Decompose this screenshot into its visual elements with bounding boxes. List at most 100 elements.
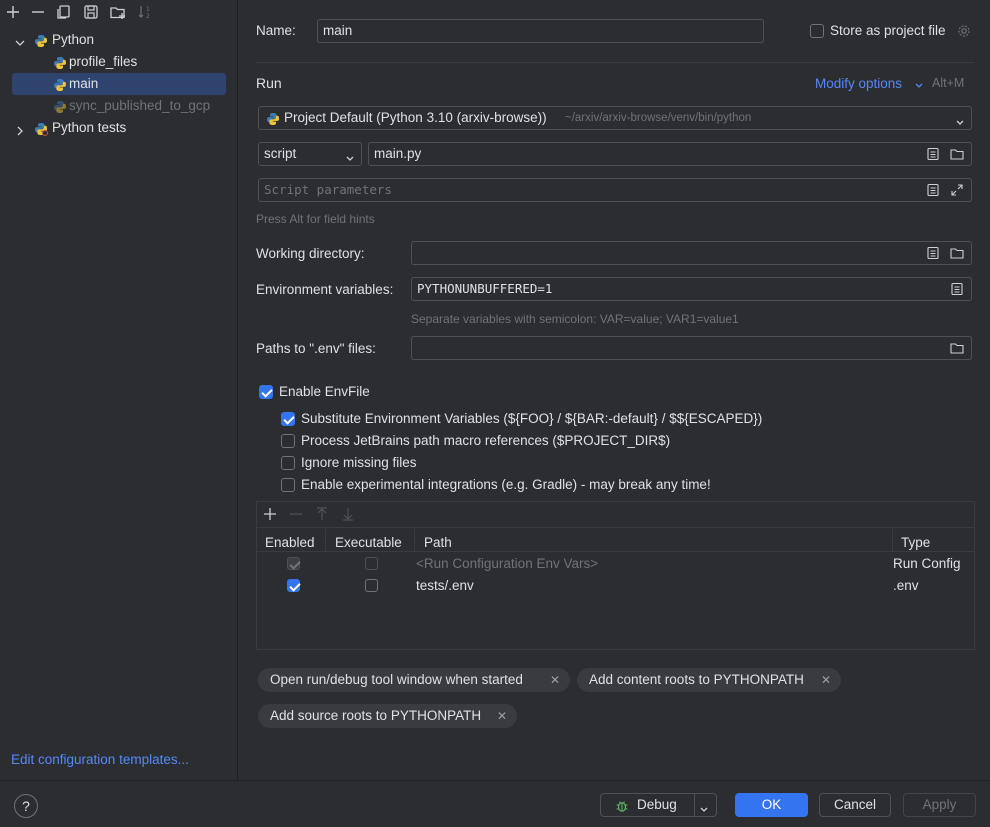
apply-button[interactable]: Apply [903, 793, 976, 817]
tree-item-label: profile_files [69, 54, 138, 69]
environment-variables-label: Environment variables: [256, 282, 394, 297]
row-executable-checkbox[interactable] [365, 557, 378, 570]
chip-add-source-roots[interactable]: Add source roots to PYTHONPATH ✕ [258, 704, 517, 728]
row-type: Run Config [893, 556, 961, 571]
tree-group-python-tests[interactable]: Python tests [12, 117, 226, 139]
expand-text-icon[interactable] [926, 246, 940, 260]
separator [257, 551, 974, 552]
script-parameters-input[interactable]: Script parameters [258, 178, 972, 202]
python-icon [53, 99, 67, 113]
target-type-select[interactable]: script [258, 142, 362, 166]
maximize-icon[interactable] [950, 183, 964, 197]
row-enabled-checkbox[interactable] [287, 557, 300, 570]
tree-group-label: Python [52, 32, 95, 47]
add-icon[interactable] [263, 507, 277, 521]
chevron-down-icon[interactable] [699, 800, 709, 812]
python-icon [266, 111, 280, 125]
config-form: Name: main Store as project file Run Mod… [239, 0, 990, 780]
folder-icon[interactable] [950, 246, 964, 260]
chevron-right-icon[interactable] [14, 122, 26, 136]
python-icon [53, 77, 67, 91]
modify-options-shortcut: Alt+M [932, 76, 965, 90]
ignore-missing-checkbox[interactable] [281, 456, 295, 470]
copy-icon[interactable] [55, 3, 73, 21]
remove-icon[interactable] [29, 3, 47, 21]
gear-icon[interactable] [957, 24, 971, 38]
bug-icon [615, 798, 629, 812]
environment-variables-value: PYTHONUNBUFFERED=1 [417, 281, 553, 296]
store-project-file-checkbox[interactable] [810, 24, 824, 38]
expand-text-icon[interactable] [926, 183, 940, 197]
column-separator [414, 529, 415, 551]
remove-icon[interactable] [289, 507, 303, 521]
enable-envfile-checkbox[interactable] [259, 385, 273, 399]
substitute-env-vars-label: Substitute Environment Variables (${FOO}… [301, 411, 763, 426]
field-hint: Press Alt for field hints [256, 212, 375, 226]
folder-icon[interactable] [950, 147, 964, 161]
dialog-button-bar: ? Debug OK Cancel Apply [0, 780, 990, 827]
chip-label: Add content roots to PYTHONPATH [589, 672, 804, 687]
working-directory-label: Working directory: [256, 246, 365, 261]
modify-options-link[interactable]: Modify options [815, 76, 902, 91]
tree-group-python[interactable]: Python [12, 29, 226, 51]
target-type-value: script [264, 146, 297, 161]
tree-item-profile-files[interactable]: profile_files [12, 51, 226, 73]
interpreter-path: ~/arxiv/arxiv-browse/venv/bin/python [565, 112, 752, 124]
name-input[interactable]: main [317, 19, 764, 43]
script-path-input[interactable]: main.py [368, 142, 972, 166]
expand-text-icon[interactable] [926, 147, 940, 161]
env-files-label: Paths to ".env" files: [256, 341, 376, 356]
chevron-down-icon[interactable] [914, 79, 924, 89]
run-section-title: Run [256, 75, 282, 91]
interpreter-select[interactable]: Project Default (Python 3.10 (arxiv-brow… [258, 106, 972, 130]
python-icon [34, 33, 48, 47]
env-files-input[interactable] [411, 336, 972, 360]
tree-toolbar: 12 [0, 0, 238, 24]
edit-templates-link[interactable]: Edit configuration templates... [11, 752, 189, 767]
column-separator [892, 529, 893, 551]
process-macros-checkbox[interactable] [281, 434, 295, 448]
script-path-value: main.py [374, 146, 422, 161]
close-icon[interactable]: ✕ [821, 668, 831, 692]
experimental-integrations-checkbox[interactable] [281, 478, 295, 492]
working-directory-input[interactable] [411, 241, 972, 265]
script-parameters-placeholder: Script parameters [264, 182, 392, 197]
separator [257, 527, 974, 528]
close-icon[interactable]: ✕ [550, 668, 560, 692]
svg-text:2: 2 [146, 13, 150, 20]
move-down-icon[interactable] [341, 507, 355, 521]
interpreter-name: Project Default (Python 3.10 (arxiv-brow… [284, 110, 547, 125]
tree-item-sync-published[interactable]: sync_published_to_gcp [12, 95, 226, 117]
cancel-button[interactable]: Cancel [819, 793, 891, 817]
debug-button[interactable]: Debug [600, 793, 717, 817]
row-type: .env [893, 578, 919, 593]
chip-add-content-roots[interactable]: Add content roots to PYTHONPATH ✕ [577, 668, 841, 692]
help-button[interactable]: ? [14, 794, 38, 818]
store-project-file-label: Store as project file [830, 23, 946, 38]
chevron-down-icon[interactable] [345, 149, 355, 161]
folder-icon[interactable] [950, 341, 964, 355]
ok-button[interactable]: OK [735, 793, 808, 817]
tree-item-main[interactable]: main [12, 73, 226, 95]
row-enabled-checkbox[interactable] [287, 579, 300, 592]
tree-item-label: sync_published_to_gcp [69, 98, 211, 113]
row-path: <Run Configuration Env Vars> [416, 556, 599, 571]
close-icon[interactable]: ✕ [497, 704, 507, 728]
chevron-down-icon[interactable] [955, 113, 965, 125]
tree-item-label: main [69, 76, 99, 91]
chip-open-tool-window[interactable]: Open run/debug tool window when started … [258, 668, 570, 692]
move-up-icon[interactable] [315, 507, 329, 521]
substitute-env-vars-checkbox[interactable] [281, 412, 295, 426]
chevron-down-icon[interactable] [14, 34, 26, 46]
row-path: tests/.env [416, 578, 474, 593]
environment-variables-hint: Separate variables with semicolon: VAR=v… [411, 312, 739, 326]
environment-variables-input[interactable]: PYTHONUNBUFFERED=1 [411, 277, 972, 301]
column-separator [325, 529, 326, 551]
tree-group-label: Python tests [52, 120, 127, 135]
add-icon[interactable] [4, 3, 22, 21]
save-icon[interactable] [82, 3, 100, 21]
new-folder-icon[interactable] [109, 3, 127, 21]
sort-icon[interactable]: 12 [136, 3, 154, 21]
row-executable-checkbox[interactable] [365, 579, 378, 592]
edit-env-vars-icon[interactable] [950, 282, 964, 296]
